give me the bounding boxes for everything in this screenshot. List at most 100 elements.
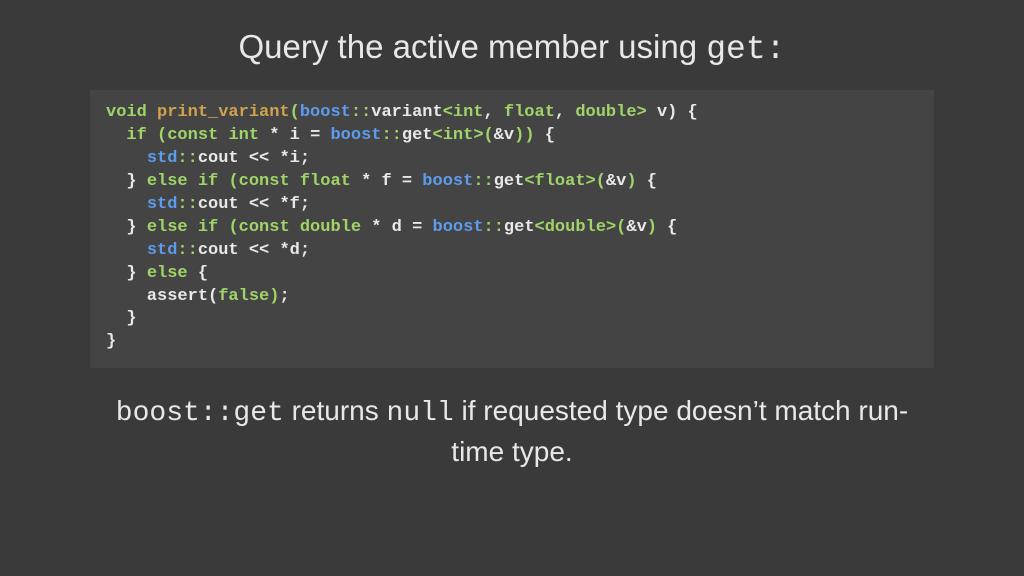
code-token: std <box>147 149 178 168</box>
code-token: assert( <box>106 287 218 306</box>
code-token <box>239 241 249 260</box>
code-token: ( <box>290 103 300 122</box>
code-token: get <box>504 218 535 237</box>
code-token: else <box>147 172 188 191</box>
code-token <box>422 218 432 237</box>
code-token <box>218 218 228 237</box>
code-token: { <box>188 264 208 283</box>
code-token: double <box>575 103 636 122</box>
code-token: get <box>494 172 525 191</box>
code-token <box>269 241 279 260</box>
code-token <box>269 149 279 168</box>
code-token: } <box>106 264 147 283</box>
code-token <box>290 218 300 237</box>
caption-text: if requested type doesn’t match run-time… <box>451 395 908 467</box>
code-token: << <box>249 149 269 168</box>
code-token: * <box>279 149 289 168</box>
code-token: ) <box>647 218 657 237</box>
code-token: { <box>535 126 555 145</box>
code-token: } <box>106 309 137 328</box>
code-token: d; <box>290 241 310 260</box>
code-token: cout <box>198 149 239 168</box>
slide-title: Query the active member using get: <box>90 28 934 68</box>
code-token: std <box>147 241 178 260</box>
caption-mono: boost::get <box>116 398 284 429</box>
code-token <box>259 126 269 145</box>
code-token: cout <box>198 195 239 214</box>
code-token <box>188 172 198 191</box>
code-token: float <box>300 172 351 191</box>
code-token <box>290 172 300 191</box>
title-prefix: Query the active member using <box>239 28 707 65</box>
title-mono: get <box>706 31 765 68</box>
code-token: else <box>147 264 188 283</box>
code-token: cout <box>198 241 239 260</box>
code-token <box>147 126 157 145</box>
code-token: << <box>249 195 269 214</box>
code-token: boost <box>433 218 484 237</box>
code-token: < <box>524 172 534 191</box>
code-token: :: <box>473 172 493 191</box>
code-token: float <box>504 103 555 122</box>
code-token: variant <box>371 103 442 122</box>
code-token: false <box>218 287 269 306</box>
code-token: get <box>402 126 433 145</box>
code-token: = <box>402 172 412 191</box>
code-token <box>351 172 361 191</box>
code-token: if <box>198 218 218 237</box>
code-token: & <box>494 126 504 145</box>
code-token: v <box>616 172 626 191</box>
code-token: >( <box>473 126 493 145</box>
code-token: > <box>637 103 647 122</box>
code-token: :: <box>351 103 371 122</box>
code-token: if <box>126 126 146 145</box>
code-token: f; <box>290 195 310 214</box>
code-token: } <box>106 172 147 191</box>
code-token: = <box>412 218 422 237</box>
code-token: * <box>361 172 371 191</box>
code-token: ; <box>279 287 289 306</box>
code-token: :: <box>484 218 504 237</box>
code-token: boost <box>330 126 381 145</box>
code-token: >( <box>606 218 626 237</box>
code-token <box>106 241 147 260</box>
code-token <box>106 195 147 214</box>
code-token: ( <box>228 172 238 191</box>
code-token: } <box>106 218 147 237</box>
code-token: boost <box>300 103 351 122</box>
code-token: v <box>504 126 514 145</box>
code-token: < <box>433 126 443 145</box>
code-token: :: <box>381 126 401 145</box>
code-token: int <box>453 103 484 122</box>
code-token: print_variant <box>157 103 290 122</box>
code-token <box>412 172 422 191</box>
code-token: const <box>239 172 290 191</box>
code-token <box>239 195 249 214</box>
code-token <box>218 126 228 145</box>
code-token <box>320 126 330 145</box>
code-token <box>106 126 126 145</box>
code-token: * <box>279 195 289 214</box>
code-token: * <box>269 126 279 145</box>
code-token: v <box>637 218 647 237</box>
code-block: void print_variant(boost::variant<int, f… <box>90 90 934 368</box>
code-token: ( <box>157 126 167 145</box>
code-token: :: <box>177 241 197 260</box>
code-token: = <box>310 126 320 145</box>
code-token: )) <box>514 126 534 145</box>
code-token: :: <box>177 149 197 168</box>
code-token: < <box>535 218 545 237</box>
code-token: i <box>279 126 310 145</box>
code-token <box>269 195 279 214</box>
code-token: void <box>106 103 147 122</box>
code-token: int <box>228 126 259 145</box>
code-token <box>147 103 157 122</box>
code-token: { <box>657 218 677 237</box>
code-token: , <box>555 103 575 122</box>
code-token: d <box>381 218 412 237</box>
code-token: i; <box>290 149 310 168</box>
code-token: f <box>371 172 402 191</box>
code-token: double <box>545 218 606 237</box>
code-token: :: <box>177 195 197 214</box>
code-token: >( <box>586 172 606 191</box>
